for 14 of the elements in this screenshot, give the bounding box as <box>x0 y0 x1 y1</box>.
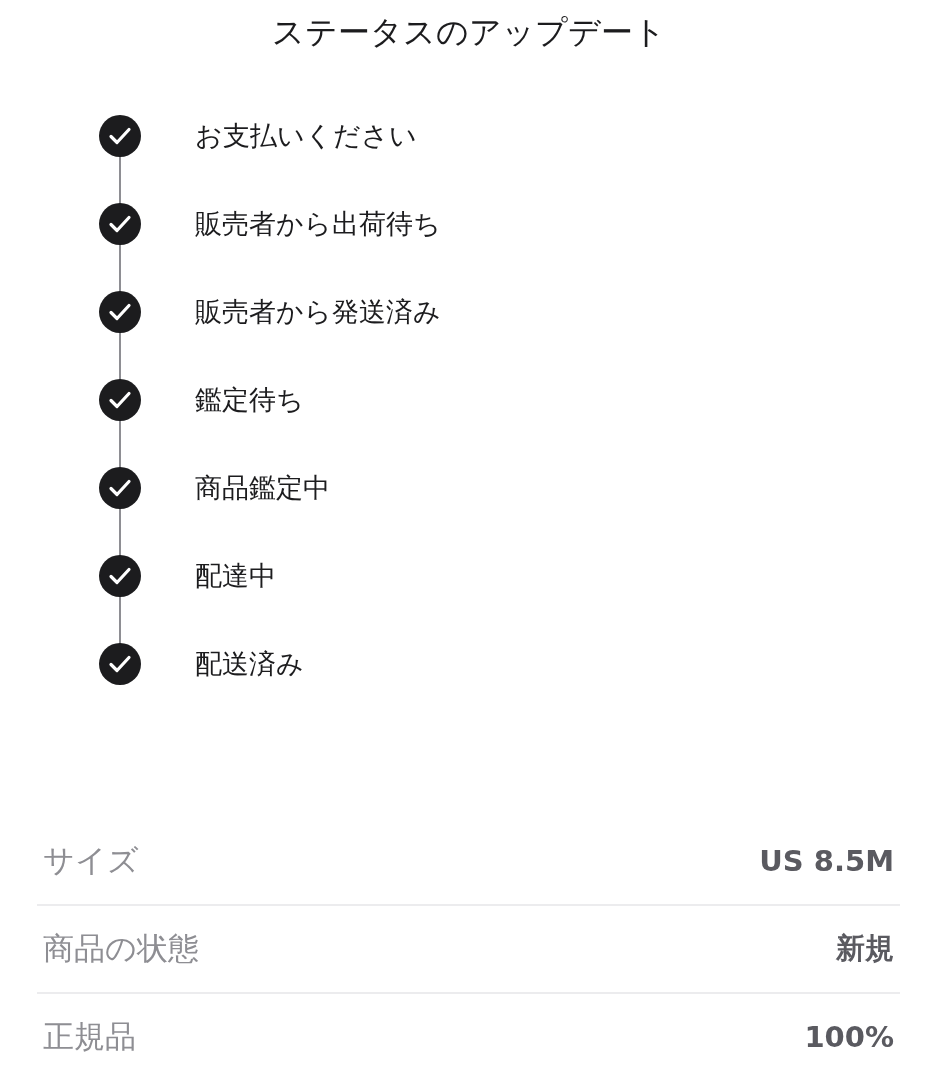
step-label: 配送済み <box>195 647 304 681</box>
step-label: 鑑定待ち <box>195 383 304 417</box>
step-label: お支払いください <box>195 119 417 153</box>
step-label: 販売者から発送済み <box>195 295 441 329</box>
detail-label: 商品の状態 <box>43 929 199 968</box>
page-title: ステータスのアップデート <box>270 12 667 53</box>
detail-label: 正規品 <box>43 1017 136 1056</box>
detail-value: US 8.5M <box>759 844 894 878</box>
step-label: 配達中 <box>195 559 276 593</box>
step-label: 商品鑑定中 <box>195 471 330 505</box>
step-label: 販売者から出荷待ち <box>195 207 441 241</box>
detail-label: サイズ <box>43 841 139 880</box>
detail-value: 新規 <box>836 930 894 967</box>
detail-value: 100% <box>804 1020 894 1054</box>
